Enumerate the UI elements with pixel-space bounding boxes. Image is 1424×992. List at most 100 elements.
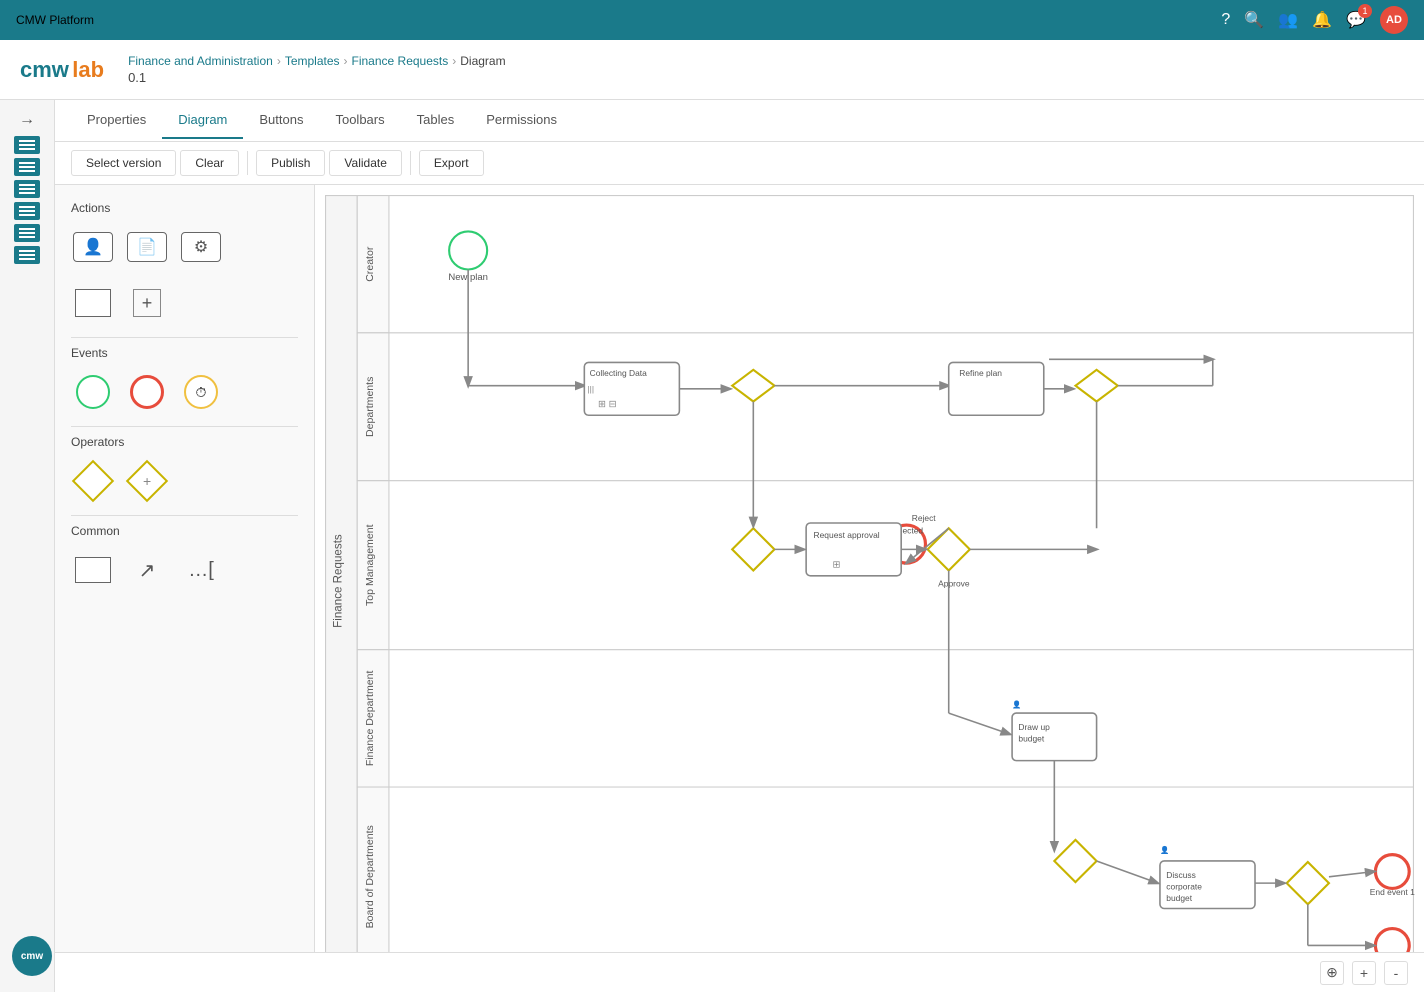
select-version-button[interactable]: Select version: [71, 150, 176, 176]
lane-creator-label: Creator: [364, 246, 376, 282]
draw-up-budget-label-2: budget: [1018, 734, 1044, 744]
tab-diagram[interactable]: Diagram: [162, 102, 243, 139]
palette-end-event[interactable]: [125, 370, 169, 414]
palette-rect[interactable]: [71, 548, 115, 592]
breadcrumb-sep-3: ›: [452, 54, 456, 68]
reject-label: Reject: [912, 513, 937, 523]
help-icon[interactable]: ?: [1221, 11, 1230, 29]
breadcrumb: Finance and Administration › Templates ›…: [128, 54, 506, 68]
actions-row-2: +: [71, 281, 298, 325]
svg-text:⊞: ⊞: [833, 559, 841, 570]
palette-arrow[interactable]: ↗: [125, 548, 169, 592]
lane-departments-label: Departments: [364, 377, 376, 437]
breadcrumb-item-1[interactable]: Finance and Administration: [128, 54, 273, 68]
avatar[interactable]: AD: [1380, 6, 1408, 34]
collecting-data-label: Collecting Data: [590, 368, 648, 378]
diagram-toolbar: Select version Clear Publish Validate Ex…: [55, 142, 1424, 185]
main: → Properties Diagram Buttons Toolbars Ta…: [0, 100, 1424, 992]
tab-tables[interactable]: Tables: [401, 102, 471, 139]
logo-lab: lab: [72, 57, 104, 82]
palette-blank-task[interactable]: [71, 281, 115, 325]
publish-button[interactable]: Publish: [256, 150, 325, 176]
diagram-title-label: Finance Requests: [331, 534, 344, 628]
palette-gateway[interactable]: [71, 459, 115, 503]
work-area: Actions 👤 📄 ⚙: [55, 185, 1424, 952]
breadcrumb-item-3[interactable]: Finance Requests: [352, 54, 449, 68]
start-event-new-plan[interactable]: [449, 231, 487, 269]
diagram-canvas[interactable]: Finance Requests Creator Departments Top…: [315, 185, 1424, 952]
events-row: ⏱: [71, 370, 298, 414]
breadcrumb-item-2[interactable]: Templates: [285, 54, 340, 68]
zoom-out-button[interactable]: -: [1384, 961, 1408, 985]
breadcrumb-sep-1: ›: [277, 54, 281, 68]
cmw-logo-bottom[interactable]: cmw: [12, 936, 52, 976]
tabs: Properties Diagram Buttons Toolbars Tabl…: [55, 100, 1424, 142]
tab-permissions[interactable]: Permissions: [470, 102, 573, 139]
palette-gear-task[interactable]: ⚙: [179, 225, 223, 269]
user-icon: 👤: [83, 237, 103, 257]
bottom-bar: ⊕ + -: [55, 952, 1424, 992]
approve-label: Approve: [938, 578, 970, 588]
clear-button[interactable]: Clear: [180, 150, 239, 176]
palette-bracket[interactable]: …[: [179, 548, 223, 592]
operators-row: +: [71, 459, 298, 503]
palette-user-task[interactable]: 👤: [71, 225, 115, 269]
actions-label: Actions: [71, 201, 298, 215]
collapse-arrow[interactable]: →: [11, 108, 43, 132]
content-area: Properties Diagram Buttons Toolbars Tabl…: [55, 100, 1424, 992]
svg-text:👤: 👤: [1012, 700, 1021, 709]
menu-lines-5[interactable]: [14, 224, 40, 242]
request-approval-label: Request approval: [814, 530, 880, 540]
menu-lines-6[interactable]: [14, 246, 40, 264]
lane-top-management-label: Top Management: [364, 524, 376, 606]
palette-doc-task[interactable]: 📄: [125, 225, 169, 269]
breadcrumb-sep-2: ›: [344, 54, 348, 68]
common-row: ↗ …[: [71, 548, 298, 592]
svg-text:⊞ ⊟: ⊞ ⊟: [598, 399, 617, 410]
tab-toolbars[interactable]: Toolbars: [319, 102, 400, 139]
palette-timer-event[interactable]: ⏱: [179, 370, 223, 414]
topbar-icons: ? 🔍 👥 🔔 💬 1 AD: [1221, 6, 1408, 34]
svg-text:👤: 👤: [1160, 846, 1169, 855]
breadcrumb-item-4: Diagram: [460, 54, 505, 68]
palette: Actions 👤 📄 ⚙: [55, 185, 315, 952]
events-label: Events: [71, 346, 298, 360]
cmw-logo-text: cmw: [21, 951, 43, 962]
collapse-sidebar: →: [0, 100, 55, 992]
toolbar-sep-1: [247, 151, 248, 175]
actions-row: 👤 📄 ⚙: [71, 225, 298, 269]
tab-properties[interactable]: Properties: [71, 102, 162, 139]
validate-button[interactable]: Validate: [329, 150, 401, 176]
search-icon[interactable]: 🔍: [1244, 10, 1264, 30]
version-label: 0.1: [128, 70, 506, 85]
end-event-1[interactable]: [1375, 855, 1409, 889]
discuss-budget-label: Discuss: [1166, 870, 1196, 880]
operators-label: Operators: [71, 435, 298, 449]
menu-lines-1[interactable]: [14, 136, 40, 154]
notification-badge[interactable]: 💬 1: [1346, 10, 1366, 30]
end-event-1-label: End event 1: [1370, 887, 1415, 897]
zoom-fit-button[interactable]: ⊕: [1320, 961, 1344, 985]
breadcrumb-area: Finance and Administration › Templates ›…: [128, 54, 506, 85]
arrow-icon: ↗: [139, 558, 156, 583]
palette-add-task[interactable]: +: [125, 281, 169, 325]
bell-icon[interactable]: 🔔: [1312, 10, 1332, 30]
palette-start-event[interactable]: [71, 370, 115, 414]
menu-lines-4[interactable]: [14, 202, 40, 220]
users-icon[interactable]: 👥: [1278, 10, 1298, 30]
lane-finance-label: Finance Department: [364, 671, 376, 767]
logo: cmw lab: [20, 57, 104, 83]
doc-icon: 📄: [137, 237, 157, 257]
menu-lines-2[interactable]: [14, 158, 40, 176]
zoom-in-button[interactable]: +: [1352, 961, 1376, 985]
export-button[interactable]: Export: [419, 150, 484, 176]
common-label: Common: [71, 524, 298, 538]
toolbar-sep-2: [410, 151, 411, 175]
topbar: CMW Platform ? 🔍 👥 🔔 💬 1 AD: [0, 0, 1424, 40]
refine-plan-label: Refine plan: [959, 368, 1002, 378]
discuss-budget-label-3: budget: [1166, 893, 1192, 903]
menu-lines-3[interactable]: [14, 180, 40, 198]
end-event-2[interactable]: [1375, 929, 1409, 952]
palette-gateway-plus[interactable]: +: [125, 459, 169, 503]
tab-buttons[interactable]: Buttons: [243, 102, 319, 139]
